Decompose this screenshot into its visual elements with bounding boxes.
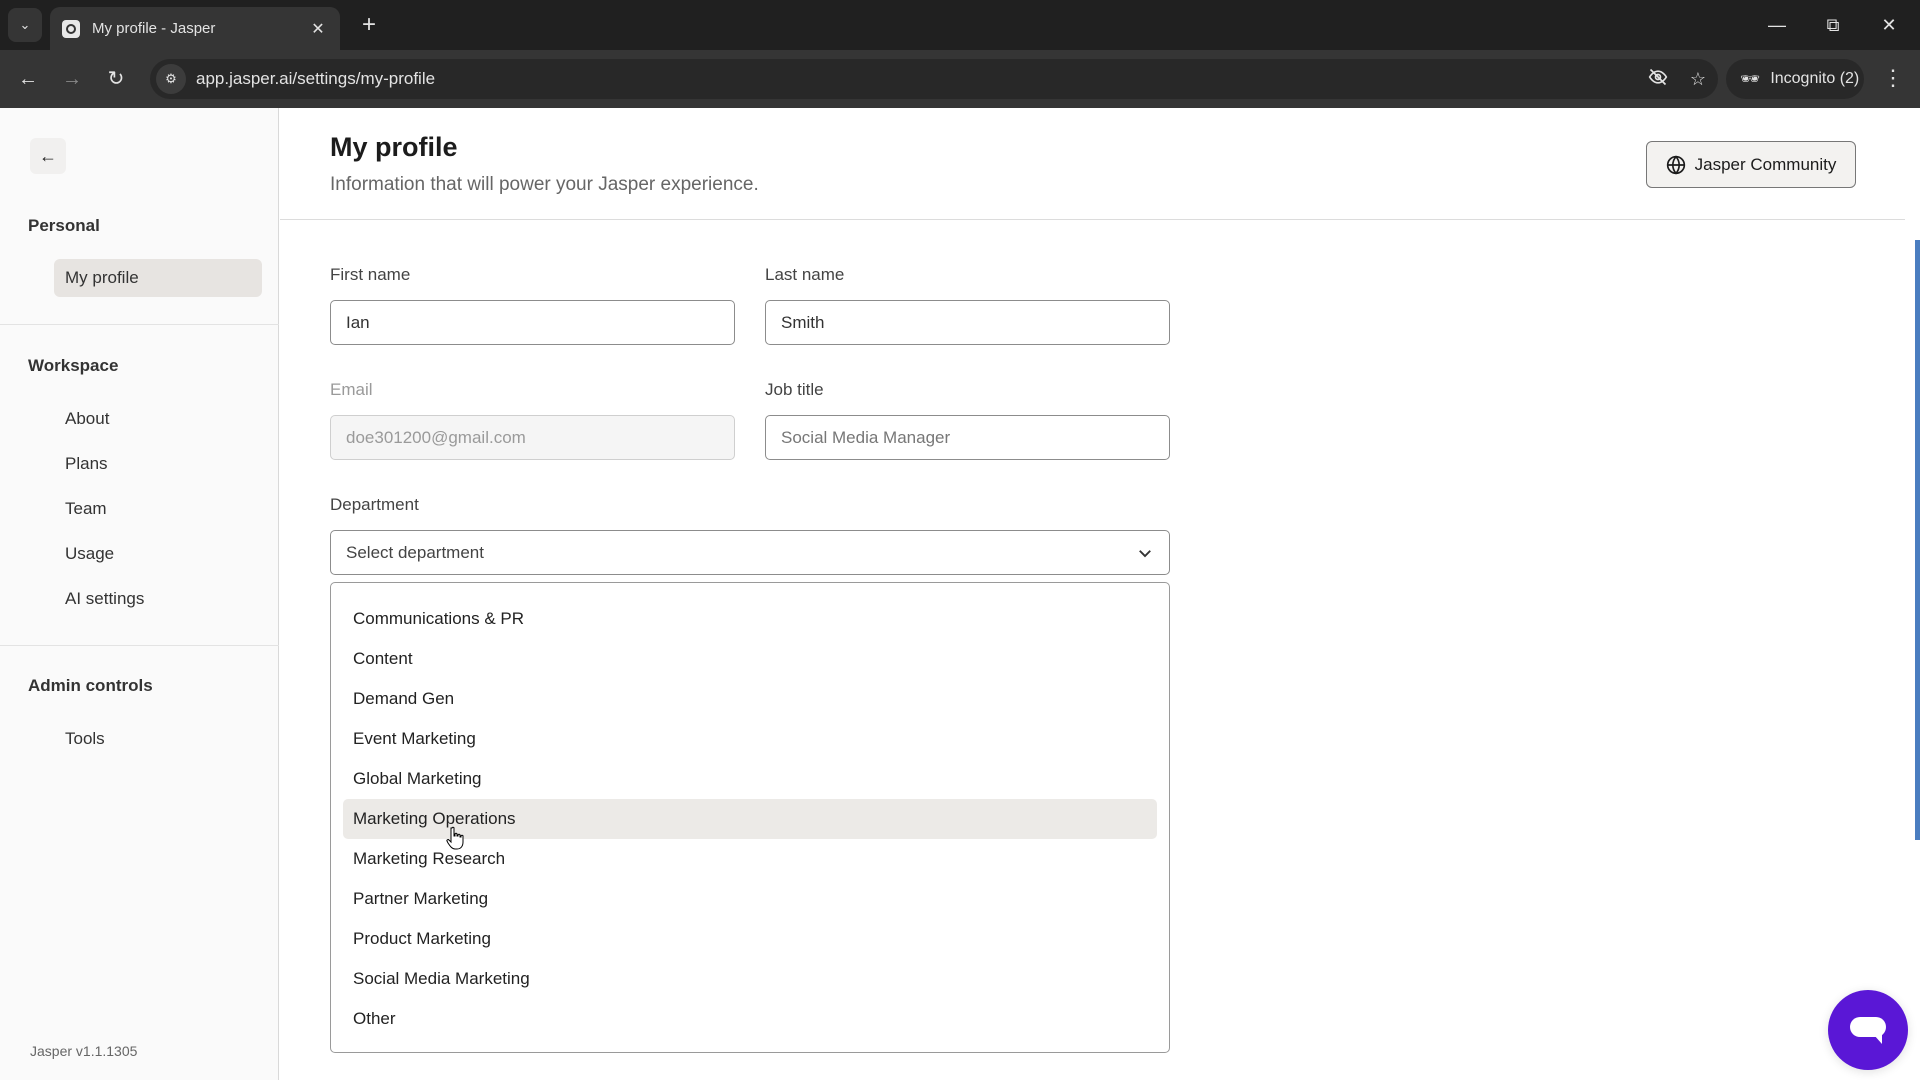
department-option[interactable]: Product Marketing [343,919,1157,959]
last-name-input[interactable] [765,300,1170,345]
sidebar-item-team[interactable]: Team [54,490,262,528]
department-option[interactable]: Global Marketing [343,759,1157,799]
chat-widget-button[interactable] [1828,990,1908,1070]
department-option[interactable]: Demand Gen [343,679,1157,719]
department-option[interactable]: Marketing Research [343,839,1157,879]
app-version: Jasper v1.1.1305 [30,1043,138,1059]
email-input [330,415,735,460]
close-icon[interactable]: ✕ [308,19,328,39]
sidebar-section-workspace: Workspace [28,356,119,375]
restore-button[interactable]: ⧉ [1808,8,1858,42]
page-scrollbar[interactable] [1915,240,1920,840]
hand-cursor-icon [446,826,464,850]
plus-icon: + [361,11,376,38]
sidebar-section-admin-controls: Admin controls [28,676,153,695]
jasper-community-label: Jasper Community [1694,154,1837,174]
browser-menu-button[interactable]: ⋮ [1878,63,1908,95]
header-divider [280,219,1905,220]
department-option[interactable]: Social Media Marketing [343,959,1157,999]
chevron-down-icon: ⌄ [19,17,31,32]
tab-search-button[interactable]: ⌄ [8,8,42,42]
minimize-button[interactable]: — [1752,8,1802,42]
incognito-icon: 🕶 [1740,71,1761,88]
profile-main: My profile Information that will power y… [280,108,1920,1080]
arrow-left-icon: ← [18,68,38,90]
new-tab-button[interactable]: + [354,10,384,40]
chevron-down-icon [1139,549,1151,557]
browser-toolbar: ← → ↻ ⚙ app.jasper.ai/settings/my-profil… [0,50,1920,108]
sidebar-section-personal: Personal [28,216,100,235]
incognito-label: Incognito (2) [1770,70,1860,87]
eye-off-icon[interactable] [1638,67,1678,92]
department-select[interactable]: Select department [330,530,1170,575]
sidebar-divider [0,324,279,325]
department-select-value: Select department [346,542,484,562]
minimize-icon: — [1768,15,1786,35]
site-info-button[interactable]: ⚙ [156,64,186,94]
arrow-left-icon: ← [39,145,57,166]
reload-button[interactable]: ↻ [100,63,132,95]
sidebar-item-label: Tools [65,729,105,748]
first-name-input[interactable] [330,300,735,345]
job-title-label: Job title [765,380,824,399]
sidebar-item-label: Plans [65,454,108,473]
department-option[interactable]: Event Marketing [343,719,1157,759]
close-icon: ✕ [1881,15,1897,35]
page-subtitle: Information that will power your Jasper … [330,174,759,195]
more-vert-icon: ⋮ [1882,65,1904,90]
close-window-button[interactable]: ✕ [1864,8,1914,42]
reload-icon: ↻ [107,68,125,90]
department-label: Department [330,495,419,514]
forward-button[interactable]: → [56,63,88,95]
back-button[interactable]: ← [12,63,44,95]
chat-bubble-icon [1850,1017,1886,1044]
department-option[interactable]: Other [343,999,1157,1039]
browser-tab[interactable]: My profile - Jasper ✕ [50,7,340,50]
department-option[interactable]: Partner Marketing [343,879,1157,919]
page-title: My profile [330,132,458,162]
sidebar-item-about[interactable]: About [54,400,262,438]
sidebar-item-label: About [65,409,110,428]
job-title-input[interactable] [765,415,1170,460]
jasper-logo-icon [62,19,80,38]
email-label: Email [330,380,373,399]
department-option[interactable]: Communications & PR [343,599,1157,639]
sidebar-item-label: My profile [65,268,139,287]
sidebar-item-my-profile[interactable]: My profile [54,259,262,297]
sidebar-item-ai-settings[interactable]: AI settings [54,580,262,618]
address-bar[interactable]: ⚙ app.jasper.ai/settings/my-profile ☆ [150,59,1718,99]
globe-icon [1666,154,1685,175]
settings-sidebar: ← Personal My profile Workspace About Pl… [0,108,279,1080]
jasper-community-button[interactable]: Jasper Community [1646,141,1856,188]
incognito-badge[interactable]: 🕶 Incognito (2) [1726,59,1864,99]
sidebar-item-label: AI settings [65,589,145,608]
star-icon[interactable]: ☆ [1678,69,1718,90]
sidebar-divider [0,645,279,646]
tune-icon: ⚙ [165,71,177,86]
url-text[interactable]: app.jasper.ai/settings/my-profile [196,69,1638,89]
sidebar-item-plans[interactable]: Plans [54,445,262,483]
first-name-label: First name [330,265,411,284]
department-option-hovered[interactable]: Marketing Operations [343,799,1157,839]
sidebar-item-label: Usage [65,544,115,563]
sidebar-item-tools[interactable]: Tools [54,720,262,758]
sidebar-item-label: Team [65,499,107,518]
browser-tab-bar: ⌄ My profile - Jasper ✕ + — ⧉ ✕ [0,0,1920,50]
department-option[interactable]: Content [343,639,1157,679]
department-dropdown-list: Communications & PR Content Demand Gen E… [330,582,1170,1053]
sidebar-item-usage[interactable]: Usage [54,535,262,573]
last-name-label: Last name [765,265,845,284]
restore-icon: ⧉ [1826,15,1840,35]
sidebar-back-button[interactable]: ← [30,138,66,174]
arrow-right-icon: → [62,68,82,90]
tab-title: My profile - Jasper [92,20,216,37]
